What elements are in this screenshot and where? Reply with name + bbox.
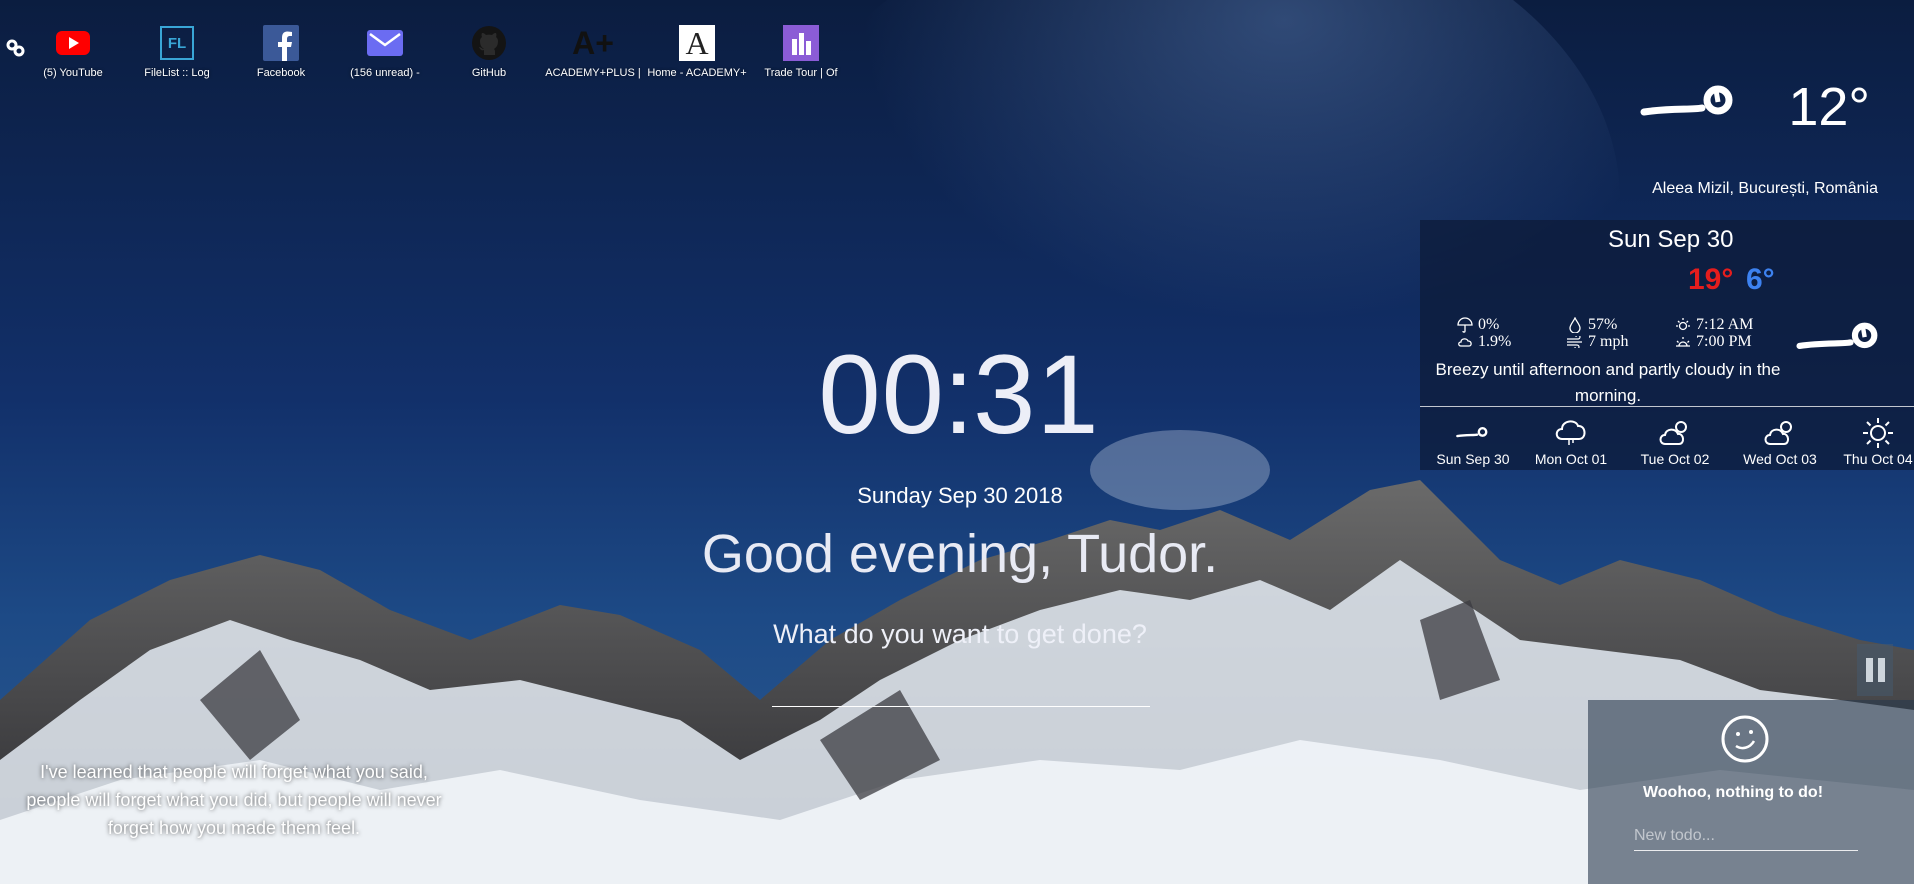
pause-button[interactable] xyxy=(1857,644,1893,696)
bookmark-label: Trade Tour | Of xyxy=(764,67,838,79)
bookmark-label: Facebook xyxy=(256,67,306,79)
wind-icon xyxy=(1640,78,1740,133)
forecast-low: 6° xyxy=(1746,263,1775,296)
todo-empty-message: Woohoo, nothing to do! xyxy=(1642,784,1824,801)
forecast-date: Sun Sep 30 xyxy=(1608,226,1734,253)
current-weather[interactable]: 12° Aleea Mizil, București, România xyxy=(1594,72,1914,212)
bookmark-academy-plus[interactable]: A+ ACADEMY+PLUS | xyxy=(541,24,645,80)
filelist-icon: FL xyxy=(158,24,196,62)
quote[interactable]: I've learned that people will forget wha… xyxy=(26,758,442,842)
github-icon xyxy=(470,24,508,62)
bookmark-facebook[interactable]: Facebook xyxy=(229,24,333,79)
bookmark-label: (5) YouTube xyxy=(43,67,103,79)
current-temperature: 12° xyxy=(1788,77,1870,137)
greeting[interactable]: Good evening, Tudor. xyxy=(0,523,1914,585)
bookmark-github[interactable]: GitHub xyxy=(437,24,541,79)
bookmark-filelist[interactable]: FL FileList :: Log xyxy=(125,24,229,79)
clock-minutes: 31 xyxy=(973,332,1100,457)
forecast-high: 19° xyxy=(1688,263,1734,296)
bookmark-label: ACADEMY+PLUS | xyxy=(545,67,641,79)
mail-icon xyxy=(366,24,404,62)
clock-separator: : xyxy=(942,332,976,457)
pause-icon xyxy=(1877,658,1885,682)
clock-hours: 00 xyxy=(818,332,945,457)
youtube-icon xyxy=(54,24,92,62)
focus-question: What do you want to get done? xyxy=(773,619,1147,649)
clock: 00:31 xyxy=(0,330,1914,459)
focus-input[interactable] xyxy=(772,660,1150,707)
bookmark-label: GitHub xyxy=(471,67,507,79)
academy-home-icon: A xyxy=(678,24,716,62)
facebook-icon xyxy=(262,24,300,62)
weather-location[interactable]: Aleea Mizil, București, România xyxy=(1652,180,1878,198)
smiley-icon xyxy=(1720,714,1770,769)
bookmark-youtube[interactable]: (5) YouTube xyxy=(21,24,125,79)
bookmark-label: Home - ACADEMY+ xyxy=(647,67,747,79)
trade-tour-icon xyxy=(782,24,820,62)
current-date: Sunday Sep 30 2018 xyxy=(857,483,1063,508)
bookmark-mail[interactable]: (156 unread) - xyxy=(333,24,437,79)
academy-plus-icon: A+ xyxy=(572,24,614,61)
todo-panel: Woohoo, nothing to do! xyxy=(1588,700,1914,884)
new-todo-input[interactable] xyxy=(1634,822,1858,851)
bookmark-label: (156 unread) - xyxy=(350,67,420,79)
bookmark-academy-home[interactable]: A Home - ACADEMY+ xyxy=(645,24,749,80)
bookmark-trade-tour[interactable]: Trade Tour | Of xyxy=(749,24,853,79)
bookmark-label: FileList :: Log xyxy=(144,67,210,79)
pause-icon xyxy=(1865,658,1873,682)
